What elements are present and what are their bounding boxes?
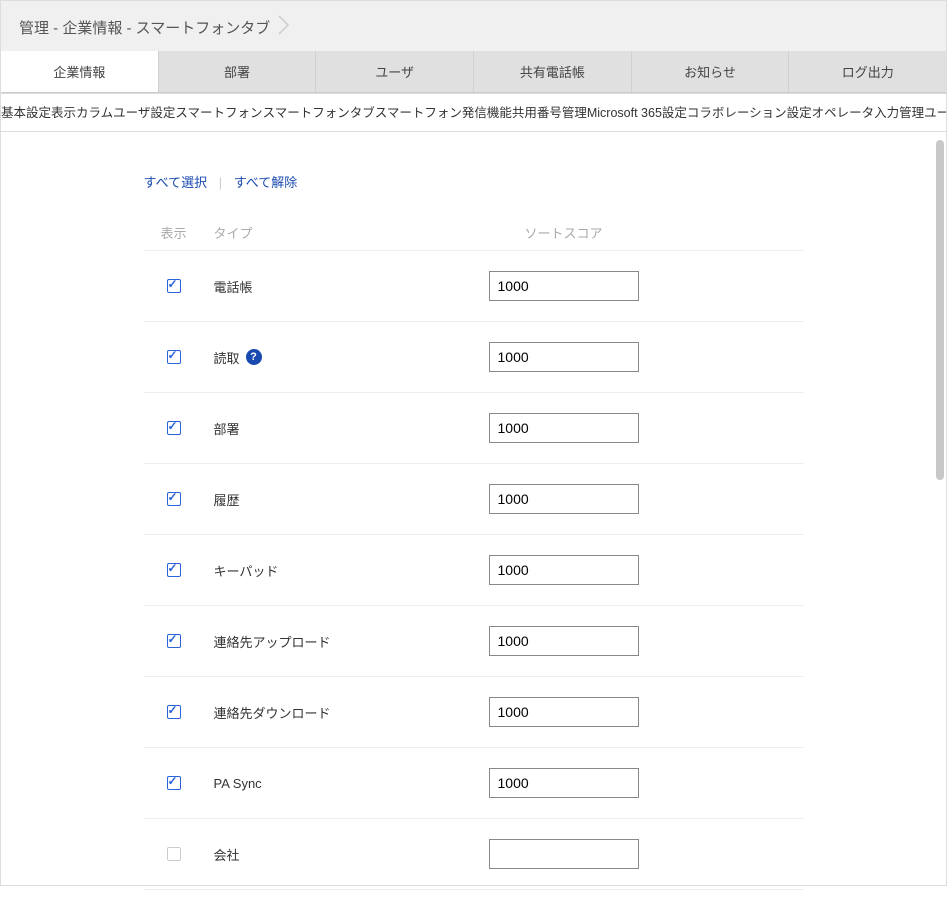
sort-score-input[interactable] [489, 626, 639, 656]
tab-secondary-4[interactable]: スマートフォンタブ [263, 94, 375, 131]
tab-secondary-2[interactable]: ユーザ設定 [113, 94, 175, 131]
table-row: 会社 [144, 818, 804, 889]
tab-primary-0[interactable]: 企業情報 [1, 51, 159, 92]
scrollbar[interactable] [936, 140, 944, 480]
tab-secondary-8[interactable]: コラボレーション設定 [687, 94, 812, 131]
breadcrumb-text: 管理 - 企業情報 - スマートフォンタブ [19, 17, 270, 38]
tab-primary-5[interactable]: ログ出力 [789, 51, 946, 92]
breadcrumb: 管理 - 企業情報 - スマートフォンタブ [1, 1, 946, 51]
select-all-link[interactable]: すべて選択 [144, 175, 208, 190]
help-icon[interactable]: ? [246, 349, 262, 365]
show-checkbox[interactable] [167, 563, 181, 577]
separator: | [219, 175, 222, 190]
tab-primary-1[interactable]: 部署 [159, 51, 317, 92]
table-row: 履歴 [144, 463, 804, 534]
type-label: キーパッド [214, 561, 279, 580]
show-checkbox[interactable] [167, 492, 181, 506]
clear-all-link[interactable]: すべて解除 [234, 175, 298, 190]
table-row: 部署 [144, 392, 804, 463]
tab-secondary-0[interactable]: 基本設定 [1, 94, 51, 131]
show-checkbox[interactable] [167, 847, 181, 861]
show-checkbox[interactable] [167, 776, 181, 790]
tab-secondary-10[interactable]: ユーザ情報出力管理 [924, 94, 946, 131]
type-label: 電話帳 [214, 277, 253, 296]
type-label: 読取 [214, 348, 240, 367]
sort-score-input[interactable] [489, 555, 639, 585]
tab-secondary-5[interactable]: スマートフォン発信機能 [375, 94, 512, 131]
col-header-type: タイプ [204, 223, 484, 242]
tab-primary-4[interactable]: お知らせ [632, 51, 790, 92]
tabs-primary: 企業情報部署ユーザ共有電話帳お知らせログ出力 [1, 51, 946, 93]
type-label: 連絡先アップロード [214, 632, 331, 651]
table-row: 電話帳 [144, 250, 804, 321]
tabs-secondary: 基本設定表示カラムユーザ設定スマートフォンスマートフォンタブスマートフォン発信機… [1, 94, 946, 132]
show-checkbox[interactable] [167, 634, 181, 648]
table-row: PA Sync [144, 747, 804, 818]
sort-score-input[interactable] [489, 342, 639, 372]
tab-primary-2[interactable]: ユーザ [316, 51, 474, 92]
table-header: 表示 タイプ ソートスコア [144, 215, 804, 250]
table-row: 連絡先ダウンロード [144, 676, 804, 747]
table-row: 連絡先アップロード [144, 605, 804, 676]
chevron-right-icon [278, 15, 292, 39]
tab-secondary-1[interactable]: 表示カラム [51, 94, 113, 131]
sort-score-input[interactable] [489, 271, 639, 301]
show-checkbox[interactable] [167, 350, 181, 364]
table-row: Sansanアプリ起動? [144, 889, 804, 898]
sort-score-input[interactable] [489, 839, 639, 869]
table-row: キーパッド [144, 534, 804, 605]
tab-secondary-9[interactable]: オペレータ入力管理 [812, 94, 925, 131]
bulk-actions: すべて選択 | すべて解除 [144, 172, 804, 191]
sort-score-input[interactable] [489, 413, 639, 443]
col-header-score: ソートスコア [484, 223, 644, 242]
tab-secondary-7[interactable]: Microsoft 365設定 [587, 94, 687, 131]
type-label: 部署 [214, 419, 240, 438]
type-label: PA Sync [214, 776, 262, 791]
show-checkbox[interactable] [167, 421, 181, 435]
type-label: 連絡先ダウンロード [214, 703, 331, 722]
show-checkbox[interactable] [167, 705, 181, 719]
col-header-show: 表示 [144, 223, 204, 242]
tab-primary-3[interactable]: 共有電話帳 [474, 51, 632, 92]
tab-secondary-6[interactable]: 共用番号管理 [512, 94, 587, 131]
type-label: 会社 [214, 845, 240, 864]
sort-score-input[interactable] [489, 697, 639, 727]
sort-score-input[interactable] [489, 484, 639, 514]
show-checkbox[interactable] [167, 279, 181, 293]
sort-score-input[interactable] [489, 768, 639, 798]
type-label: 履歴 [214, 490, 240, 509]
tab-secondary-3[interactable]: スマートフォン [175, 94, 262, 131]
table-row: 読取? [144, 321, 804, 392]
